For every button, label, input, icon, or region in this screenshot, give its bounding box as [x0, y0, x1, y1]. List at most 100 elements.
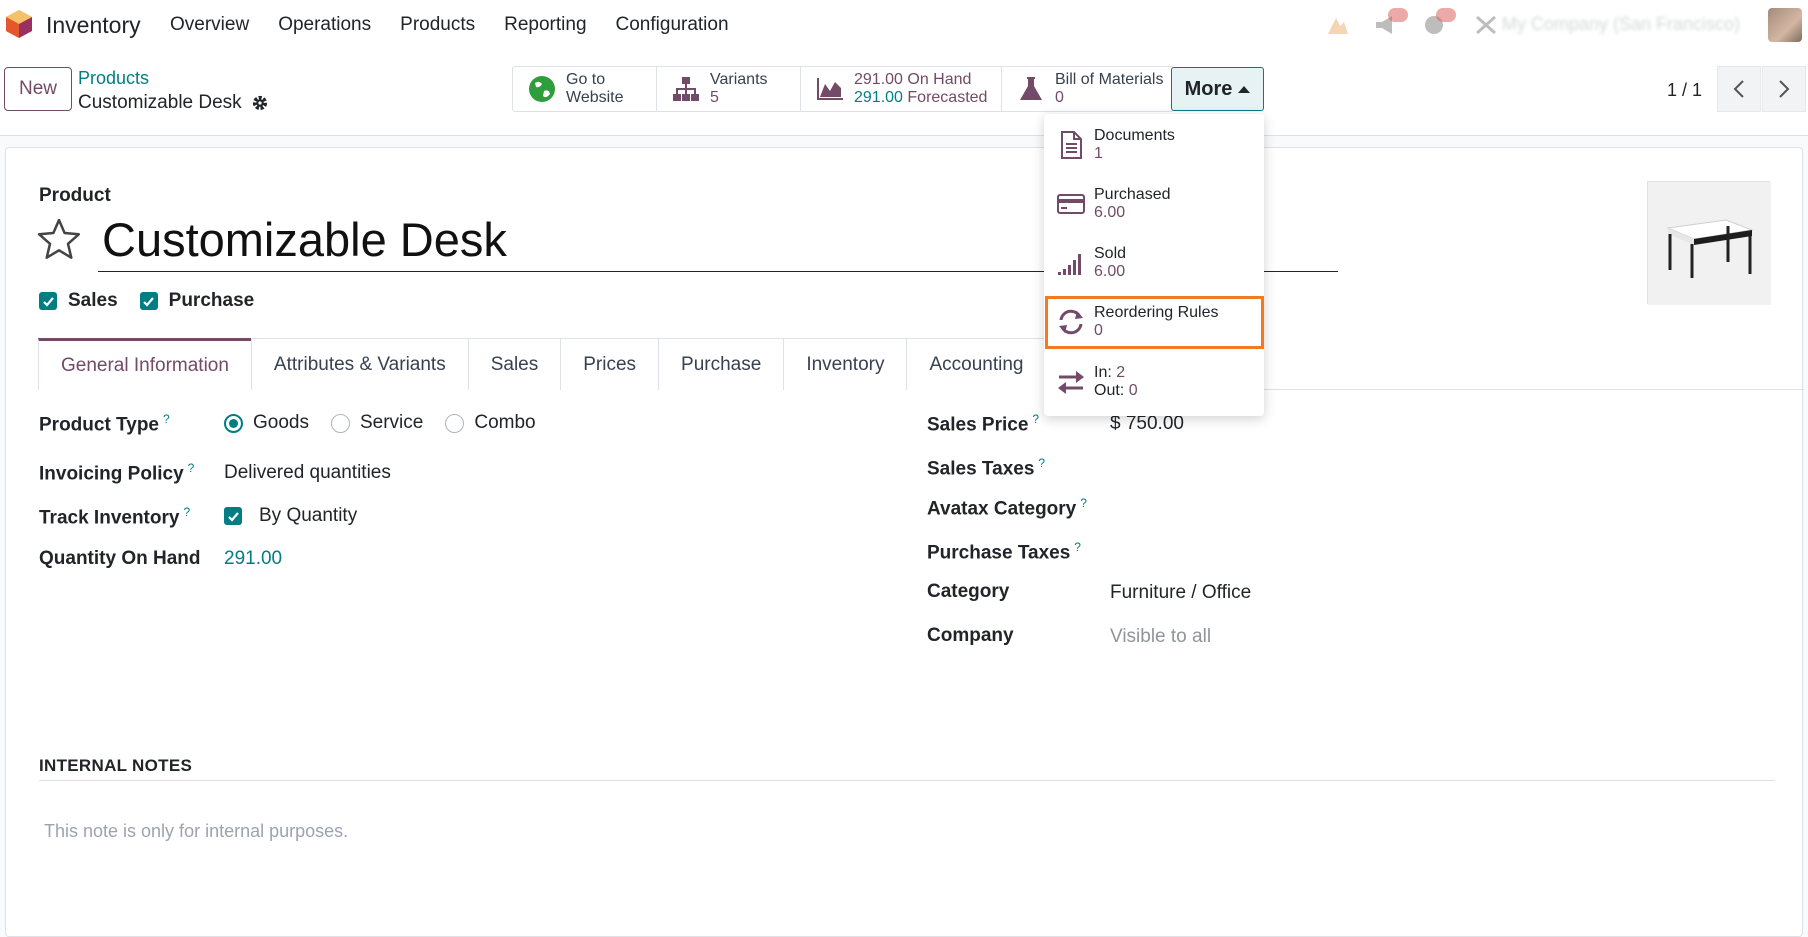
on-hand-button[interactable]: 291.00 On Hand 291.00 Forecasted: [801, 67, 1002, 111]
notification-badge: [1388, 8, 1408, 22]
purchase-taxes-label: Purchase Taxes?: [927, 540, 1081, 564]
new-button[interactable]: New: [4, 67, 72, 111]
checkbox-checked-icon: [139, 292, 158, 310]
product-type-label: Product Type?: [39, 412, 170, 436]
user-avatar[interactable]: [1768, 8, 1802, 42]
company-switcher[interactable]: My Company (San Francisco): [1502, 14, 1740, 35]
in-label: In:: [1094, 364, 1112, 381]
tab-general-information[interactable]: General Information: [38, 338, 252, 390]
go-to-website-button[interactable]: Go to Website: [513, 67, 657, 111]
sales-price-label: Sales Price?: [927, 412, 1040, 436]
activity-icon[interactable]: [1326, 14, 1350, 36]
sales-taxes-label: Sales Taxes?: [927, 456, 1046, 480]
pager-next-button[interactable]: [1762, 66, 1806, 112]
checkbox-checked-icon: [224, 507, 242, 525]
exchange-arrows-icon: [1058, 371, 1084, 394]
systray: My Company (San Francisco): [1308, 0, 1808, 50]
tab-purchase[interactable]: Purchase: [658, 338, 785, 390]
product-label: Product: [39, 185, 111, 206]
reordering-rules-count: 0: [1094, 322, 1103, 339]
documents-label: Documents: [1094, 127, 1175, 144]
menu-configuration[interactable]: Configuration: [616, 14, 729, 36]
chevron-left-icon: [1733, 80, 1744, 98]
in-count: 2: [1116, 364, 1126, 381]
record-name: Customizable Desk: [78, 92, 242, 113]
area-chart-icon: [817, 78, 843, 100]
form-tabs: General Information Attributes & Variant…: [38, 338, 1804, 390]
menu-overview[interactable]: Overview: [170, 14, 249, 36]
purchased-value: 6.00: [1094, 204, 1126, 221]
sold-button[interactable]: Sold 6.00: [1044, 235, 1264, 291]
documents-count: 1: [1094, 145, 1103, 162]
can-be-sold-checkbox[interactable]: Sales: [39, 290, 118, 312]
sitemap-icon: [673, 77, 699, 101]
variants-label: Variants: [710, 71, 768, 88]
message-badge: [1436, 8, 1456, 22]
out-count: 0: [1128, 382, 1138, 399]
inventory-app-logo-icon[interactable]: [5, 9, 33, 39]
favorite-star-icon[interactable]: [36, 216, 82, 262]
checkbox-checked-icon: [39, 292, 57, 310]
pager-previous-button[interactable]: [1717, 66, 1761, 112]
internal-notes-editor[interactable]: This note is only for internal purposes.: [44, 821, 348, 842]
can-be-purchased-checkbox[interactable]: Purchase: [139, 290, 254, 312]
menu-operations[interactable]: Operations: [278, 14, 371, 36]
track-inventory-checkbox[interactable]: By Quantity: [224, 505, 357, 527]
documents-button[interactable]: Documents 1: [1044, 117, 1264, 173]
radio-empty-icon: [330, 413, 350, 433]
reordering-rules-button[interactable]: Reordering Rules 0: [1044, 294, 1264, 350]
out-label: Out:: [1094, 382, 1125, 399]
quantity-on-hand-value[interactable]: 291.00: [224, 548, 282, 570]
purchased-button[interactable]: Purchased 6.00: [1044, 176, 1264, 232]
in-out-moves-button[interactable]: In: 2 Out: 0: [1044, 354, 1264, 410]
flask-icon: [1020, 77, 1042, 100]
top-navbar: Inventory Overview Operations Products R…: [0, 0, 1808, 50]
tab-inventory[interactable]: Inventory: [783, 338, 908, 390]
product-image[interactable]: [1647, 181, 1771, 305]
bill-of-materials-button[interactable]: Bill of Materials 0: [1002, 67, 1173, 111]
sold-label: Sold: [1094, 245, 1127, 262]
tab-sales[interactable]: Sales: [467, 338, 562, 390]
radio-empty-icon: [445, 413, 465, 433]
refresh-icon: [1059, 309, 1083, 335]
forecasted-value: 291.00: [854, 89, 903, 106]
sales-price-field[interactable]: $ 750.00: [1110, 413, 1184, 435]
tab-accounting[interactable]: Accounting: [906, 338, 1047, 390]
radio-combo[interactable]: Combo: [445, 412, 536, 434]
company-label: Company: [927, 625, 1014, 646]
website-line1: Go to: [566, 71, 606, 88]
smart-buttons: Go to Website Variants 5 291.00 On Hand …: [512, 66, 1174, 112]
on-hand-value: 291.00: [854, 71, 903, 88]
sales-checkbox-label: Sales: [68, 290, 118, 311]
sold-value: 6.00: [1094, 263, 1126, 280]
control-panel: New Products Customizable Desk Go to Web…: [0, 50, 1808, 136]
document-icon: [1061, 131, 1082, 159]
globe-icon: [529, 76, 555, 102]
bom-count: 0: [1055, 89, 1064, 106]
gear-icon[interactable]: [251, 94, 269, 112]
tab-attributes-variants[interactable]: Attributes & Variants: [250, 338, 469, 390]
menu-products[interactable]: Products: [400, 14, 475, 36]
internal-notes-title: INTERNAL NOTES: [39, 756, 193, 775]
breadcrumb-products[interactable]: Products: [78, 68, 149, 89]
menu-reporting[interactable]: Reporting: [504, 14, 586, 36]
tab-prices[interactable]: Prices: [560, 338, 660, 390]
app-name[interactable]: Inventory: [46, 12, 141, 39]
variants-button[interactable]: Variants 5: [657, 67, 801, 111]
more-label: More: [1184, 77, 1233, 100]
forecasted-label: Forecasted: [907, 89, 988, 106]
radio-goods[interactable]: Goods: [224, 412, 309, 434]
section-divider: [39, 780, 1775, 781]
pager-value[interactable]: 1 / 1: [1667, 80, 1702, 101]
variants-count: 5: [710, 89, 719, 106]
category-field[interactable]: Furniture / Office: [1110, 582, 1251, 604]
tools-icon[interactable]: [1474, 14, 1498, 36]
radio-selected-icon: [224, 413, 243, 433]
company-field[interactable]: Visible to all: [1110, 626, 1211, 648]
invoicing-policy-field[interactable]: Delivered quantities: [224, 462, 391, 484]
main-menu: Overview Operations Products Reporting C…: [170, 0, 758, 50]
chevron-right-icon: [1779, 80, 1790, 98]
more-button[interactable]: More: [1171, 67, 1264, 111]
radio-service[interactable]: Service: [330, 412, 423, 434]
category-label: Category: [927, 581, 1010, 602]
